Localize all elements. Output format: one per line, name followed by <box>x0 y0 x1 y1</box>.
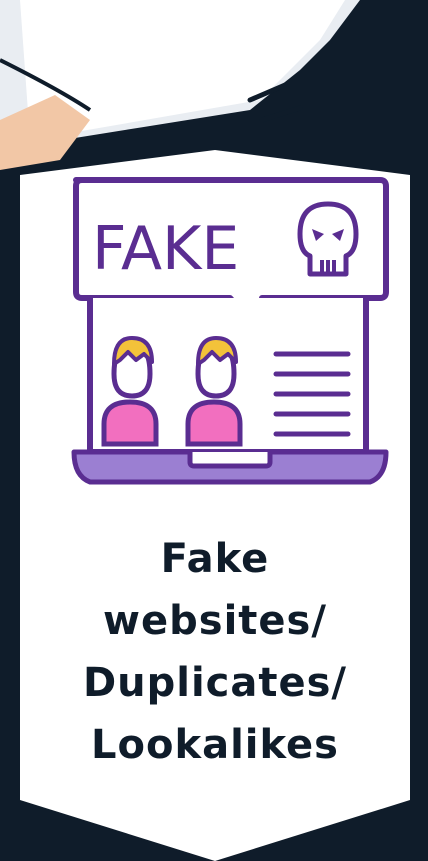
info-card: FAKE Fake websites/ Duplicates/ Lookalik… <box>20 150 410 861</box>
fake-website-illustration: FAKE <box>71 177 389 485</box>
caption-line: Duplicates/ <box>82 660 348 706</box>
laptop <box>71 298 389 485</box>
caption-line: Fake <box>160 536 270 582</box>
fake-text: FAKE <box>92 214 239 284</box>
caption-line: Lookalikes <box>91 722 339 768</box>
skull-icon <box>297 201 359 277</box>
caption: Fake websites/ Duplicates/ Lookalikes <box>20 528 410 776</box>
caption-line: websites/ <box>103 598 327 644</box>
